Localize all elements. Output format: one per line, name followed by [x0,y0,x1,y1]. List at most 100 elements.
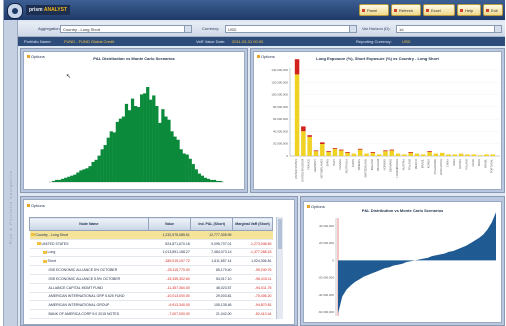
sorted-pnl-chart-area: Options P&L Distribution vs Monte Carlo … [303,201,502,323]
marginal-var-cell: -52,413.44 [232,309,273,319]
long-exposure-bar [320,144,325,156]
histogram-bar [203,177,208,182]
column-header-pnl[interactable]: Ind. P&L (Short) [190,217,234,231]
exposure-x-tick-label: NORWAY [382,159,386,171]
histogram-bar [191,164,195,182]
value-cell: -25,115,770.00 [148,265,191,275]
exposure-x-tick-label: CHINA [446,159,450,167]
pnl-cell: 65,179.40 [190,265,233,275]
histogram-bar [124,103,129,182]
exposure-x-tick-label: UNITED STATES [294,159,298,179]
column-header-marginal-var[interactable]: Marginal VaR (Short) [232,217,273,231]
table-row[interactable]: Long 1,013,891,168.27 7,484,073.14 -1,377,2… [29,248,273,258]
pnl-cell: 9,095,707.01 [190,239,233,249]
short-exposure-bar [408,152,413,153]
positions-scrollbar[interactable] [276,217,283,319]
node-name-cell: ISIS ECONOMIC ALLIANCE 5.5% OCTOBER [29,274,149,284]
pnl-cell: 1,611,657.14 [190,256,233,267]
long-exposure-bar [471,154,477,156]
exposure-x-tick-label: AUSTRIA [401,159,405,171]
value-cell: -11,357,360.00 [148,283,191,293]
horizon-label: Var Horizon (D): [362,26,391,31]
brand-sub: ANALYST [43,7,67,13]
marginal-var-cell: -94,011.75 [232,283,273,293]
folder-icon [36,242,41,246]
histogram-bar [176,139,180,182]
value-cell: 1,232,575,085.51 [148,230,191,240]
long-exposure-bar [458,153,464,156]
node-name-cell: Long [29,248,149,258]
node-name: Short [47,259,56,264]
exposure-x-tick-label: AUSTRALIA [345,159,349,174]
refresh-icon [394,9,397,12]
marginal-var-cell: -95,240.76 [232,265,273,275]
long-exposure-bar [370,152,376,156]
node-name: BANK OF AMERICA CORP 5.0 2015 NOTES [48,312,120,317]
table-row[interactable]: ALLIANCE CAPITAL MGMT FUND -11,357,360.00… [29,283,273,293]
toolbar-excel-label: Excel [431,8,441,13]
positions-options-button[interactable]: Options [27,203,45,208]
marginal-var-cell [232,230,273,240]
positions-table: Node Name Value Ind. P&L (Short) Margina… [29,217,273,319]
exposure-x-tick-label: BELGIUM [376,159,380,171]
histogram-bar [121,116,126,182]
scrollbar-thumb[interactable] [278,219,282,249]
aggregation-select[interactable]: Country - Long Short [60,25,192,33]
toolbar-excel-button[interactable]: Excel [423,4,455,16]
exposure-x-tick-label: RUSSIA [458,159,462,169]
toolbar-panel-button[interactable]: Panel [359,4,389,16]
table-row[interactable]: BANK OF AMERICA CORP 5.0 2015 NOTES -7,00… [29,309,273,319]
short-exposure-bar [301,126,306,132]
exposure-x-tick-label: FRANCE [307,159,311,170]
marginal-var-cell: -1,273,048.69 [232,239,273,249]
positions-grid-area: Options Node Name Value Ind. P&L (Short)… [23,199,295,325]
sorted-y-tick-label: -20,000,000 [318,276,334,280]
node-name: ISIS ECONOMIC ALLIANCE 5% OCTOBER [48,268,118,273]
pnl-cell: 12,777,305.99 [190,230,233,240]
brand-main: prism [29,7,43,13]
short-exposure-bar [338,149,344,151]
table-row[interactable]: ISIS ECONOMIC ALLIANCE 5% OCTOBER -25,115… [29,265,273,275]
exposure-x-tick-label: IRELAND [370,159,374,170]
node-name-cell: ISIS ECONOMIC ALLIANCE 5% OCTOBER [29,265,149,275]
currency-select[interactable]: USD [225,25,357,33]
short-exposure-bar [326,151,331,152]
histogram-bar [76,172,80,182]
table-row[interactable]: ISIS ECONOMIC ALLIANCE 5.5% OCTOBER -15,3… [29,274,273,284]
currency-value: USD [228,27,237,32]
histogram-bar [109,131,113,182]
marginal-var-cell: -75,406.20 [232,292,273,302]
toolbar-help-button[interactable]: Help [457,4,481,16]
histogram-bar [209,179,214,182]
exposure-x-tick-label: HONG KONG [439,159,443,175]
long-exposure-bar [383,151,388,156]
toolbar-refresh-label: Refresh [399,8,414,13]
horizon-select[interactable]: 1d [396,25,502,33]
table-row[interactable]: Country - Long Short 1,232,575,085.51 12,7… [29,230,273,240]
marginal-var-cell: -94,870.81 [232,300,273,311]
node-name-cell: Country - Long Short [29,230,149,240]
toolbar-exit-button[interactable]: Exit [483,4,503,16]
toolbar-panel-label: Panel [367,8,378,13]
table-row[interactable]: UNITED STATES 824,871,670.18 9,095,707.01-… [29,239,273,249]
exposure-y-tick-label: 0 [286,154,288,158]
long-exposure-bar [439,152,445,156]
exposure-x-tick-label: FINLAND [408,159,412,170]
column-header-node-name[interactable]: Node Name [29,217,149,231]
table-row[interactable]: AMERICAN INTERNATIONAL GRP 5.625 FUND -10… [29,292,273,302]
exposure-x-tick-label: UNITED KINGDOM [300,159,304,182]
pnl-cell: 54,017.10 [190,274,233,284]
toolbar-refresh-button[interactable]: Refresh [391,4,421,16]
table-row[interactable]: AMERICAN INTERNATIONAL GROUP -9,913,340.0… [29,300,273,311]
chevron-down-icon [349,26,356,32]
node-name: Long [47,250,56,255]
node-name-cell: UNITED STATES [29,239,149,249]
node-name-cell: Short [29,256,149,267]
exposure-x-tick-label: LUXEMBOURG [395,159,399,177]
table-row[interactable]: Short -189,019,197.72 1,611,657.14 1,024,30… [29,256,273,267]
long-exposure-bar [427,152,432,156]
title-bar: prism ANALYST Panel Refresh Excel Help E… [4,0,505,20]
column-header-value[interactable]: Value [147,217,192,231]
reporting-currency-value: USD [402,39,411,44]
histogram-bar [173,136,177,182]
